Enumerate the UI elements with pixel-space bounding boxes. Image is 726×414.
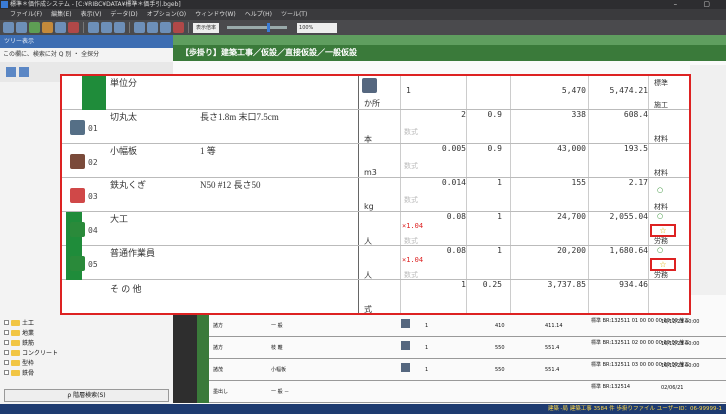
expand-icon[interactable] (4, 320, 9, 325)
menu-options[interactable]: オプション(O) (147, 9, 186, 20)
open-icon[interactable] (42, 22, 53, 33)
zoom-slider-knob[interactable] (267, 23, 271, 32)
main-top-strip (173, 35, 726, 45)
table-row[interactable]: 05 普通作業員 人 数式 0.08 ×1.04 1 20,200 1,680.… (62, 246, 689, 280)
flag-circle-icon: ○ (657, 186, 664, 194)
menu-data[interactable]: データ(D) (110, 9, 137, 20)
toolbar-separator (129, 22, 130, 33)
table-row[interactable]: そ の 他 式 1 0.25 3,737.85 934.46 (62, 280, 689, 314)
forward-icon[interactable] (16, 22, 27, 33)
tree-panel-header: ツリー表示 (0, 35, 173, 48)
board-icon (70, 154, 85, 169)
labor-icon (70, 222, 85, 237)
flag-circle-icon: ○ (657, 212, 664, 220)
expand-icon[interactable] (4, 330, 9, 335)
tree-tool-icon[interactable] (19, 67, 29, 77)
menu-help[interactable]: ヘルプ(H) (245, 9, 272, 20)
title-bar: 標準＊価作成システム - [C:¥RIBC¥DATA¥標準＊価手引.bgeb] … (0, 0, 726, 9)
new-icon[interactable] (29, 22, 40, 33)
folder-icon (11, 359, 20, 366)
folder-icon (11, 339, 20, 346)
item-title: 単位分 (110, 78, 138, 88)
folder-icon (11, 349, 20, 356)
table-row-header[interactable]: 単位分 か所 1 5,470 5,474.21 標準 施工 (62, 76, 689, 110)
menu-edit[interactable]: 編集(E) (51, 9, 71, 20)
tree-search-input[interactable]: この欄に、検索に対 Q 別 ・ 全探分 (0, 48, 173, 62)
print-icon[interactable] (68, 22, 79, 33)
menu-view[interactable]: 表示(V) (81, 9, 102, 20)
zoom-select[interactable]: 100% (297, 22, 338, 33)
tree-item[interactable]: コンクリート (4, 348, 58, 357)
window-title: 標準＊価作成システム - [C:¥RIBC¥DATA¥標準＊価手引.bgeb] (10, 1, 181, 8)
item-icon (401, 341, 410, 350)
tree-item[interactable]: 鉄骨 (4, 368, 34, 377)
item-icon (401, 363, 410, 372)
lumber-icon (70, 120, 85, 135)
app-icon (1, 1, 8, 8)
table-row[interactable]: 03 鉄丸くぎ N50 #12 長さ50 kg 数式 0.014 1 155 2… (62, 178, 689, 212)
row-marker (82, 76, 106, 110)
zoom-slider[interactable] (227, 23, 288, 32)
copy-icon[interactable] (101, 22, 112, 33)
page-title: 【歩掛り】建築工事／仮設／直接仮設／一般仮設 (173, 45, 726, 61)
expand-icon[interactable] (4, 360, 9, 365)
tree-item[interactable]: 鉄筋 (4, 338, 34, 347)
flag-circle-icon: ○ (657, 246, 664, 254)
folder-icon (11, 369, 20, 376)
menu-bar: ファイル(F) 編集(E) 表示(V) データ(D) オプション(O) ウィンド… (0, 9, 726, 20)
tree-item[interactable]: 地業 (4, 328, 34, 337)
expand-icon[interactable] (4, 350, 9, 355)
table-row[interactable]: 諸茂 小幅板 1 550 551.4 標準 BR:132511 03 00 00… (173, 359, 726, 381)
item-breakdown-panel: 単位分 か所 1 5,470 5,474.21 標準 施工 01 切丸太 長さ1… (60, 74, 691, 315)
menu-tools[interactable]: ツール(T) (281, 9, 307, 20)
folder-icon (11, 319, 20, 326)
undo-icon[interactable] (134, 22, 145, 33)
window-controls[interactable]: – ▢ (674, 0, 722, 9)
tree-tool-icon[interactable] (6, 67, 16, 77)
nail-icon (70, 188, 85, 203)
item-icon (362, 78, 377, 93)
table-row[interactable]: 01 切丸太 長さ1.8m 末口7.5cm 本 数式 2 0.9 338 608… (62, 110, 689, 144)
table-row[interactable]: 02 小幅板 1 等 m3 数式 0.005 0.9 43,000 193.5 … (62, 144, 689, 178)
save-icon[interactable] (55, 22, 66, 33)
expand-icon[interactable] (4, 370, 9, 375)
search-icon[interactable] (160, 22, 171, 33)
delete-icon[interactable] (173, 22, 184, 33)
table-row[interactable]: 諸方 一 般 1 410 411.14 標準 BR:132511 01 00 0… (173, 315, 726, 337)
table-row[interactable]: 諸方 枝 離 1 550 551.4 標準 BR:132511 02 00 00… (173, 337, 726, 359)
redo-icon[interactable] (147, 22, 158, 33)
toolbar-separator (83, 22, 84, 33)
table-row[interactable]: 墨出し 一 般 － 標準 BR:132514 02/06/21 (173, 381, 726, 403)
item-icon (401, 319, 410, 328)
toolbar-separator (188, 22, 189, 33)
expand-icon[interactable] (4, 340, 9, 345)
status-bar: 建築 -局 建築工事 3584 件 歩掛りファイル ユーザーID：06-9999… (0, 404, 726, 414)
folder-icon (11, 329, 20, 336)
display-scale-label: 表示倍率 (193, 22, 220, 33)
right-column-strip (690, 65, 726, 295)
menu-file[interactable]: ファイル(F) (10, 9, 42, 20)
menu-window[interactable]: ウィンドウ(W) (195, 9, 236, 20)
back-icon[interactable] (3, 22, 14, 33)
cut-icon[interactable] (88, 22, 99, 33)
hierarchy-search-button[interactable]: ρ 階層検索(S) (4, 389, 169, 402)
tree-item[interactable]: 土工 (4, 318, 34, 327)
labor-icon (70, 256, 85, 271)
paste-icon[interactable] (114, 22, 125, 33)
table-row[interactable]: 04 大工 人 数式 0.08 ×1.04 1 24,700 2,055.04 … (62, 212, 689, 246)
toolbar: 表示倍率 100% (0, 20, 726, 35)
tree-item[interactable]: 型枠 (4, 358, 34, 367)
